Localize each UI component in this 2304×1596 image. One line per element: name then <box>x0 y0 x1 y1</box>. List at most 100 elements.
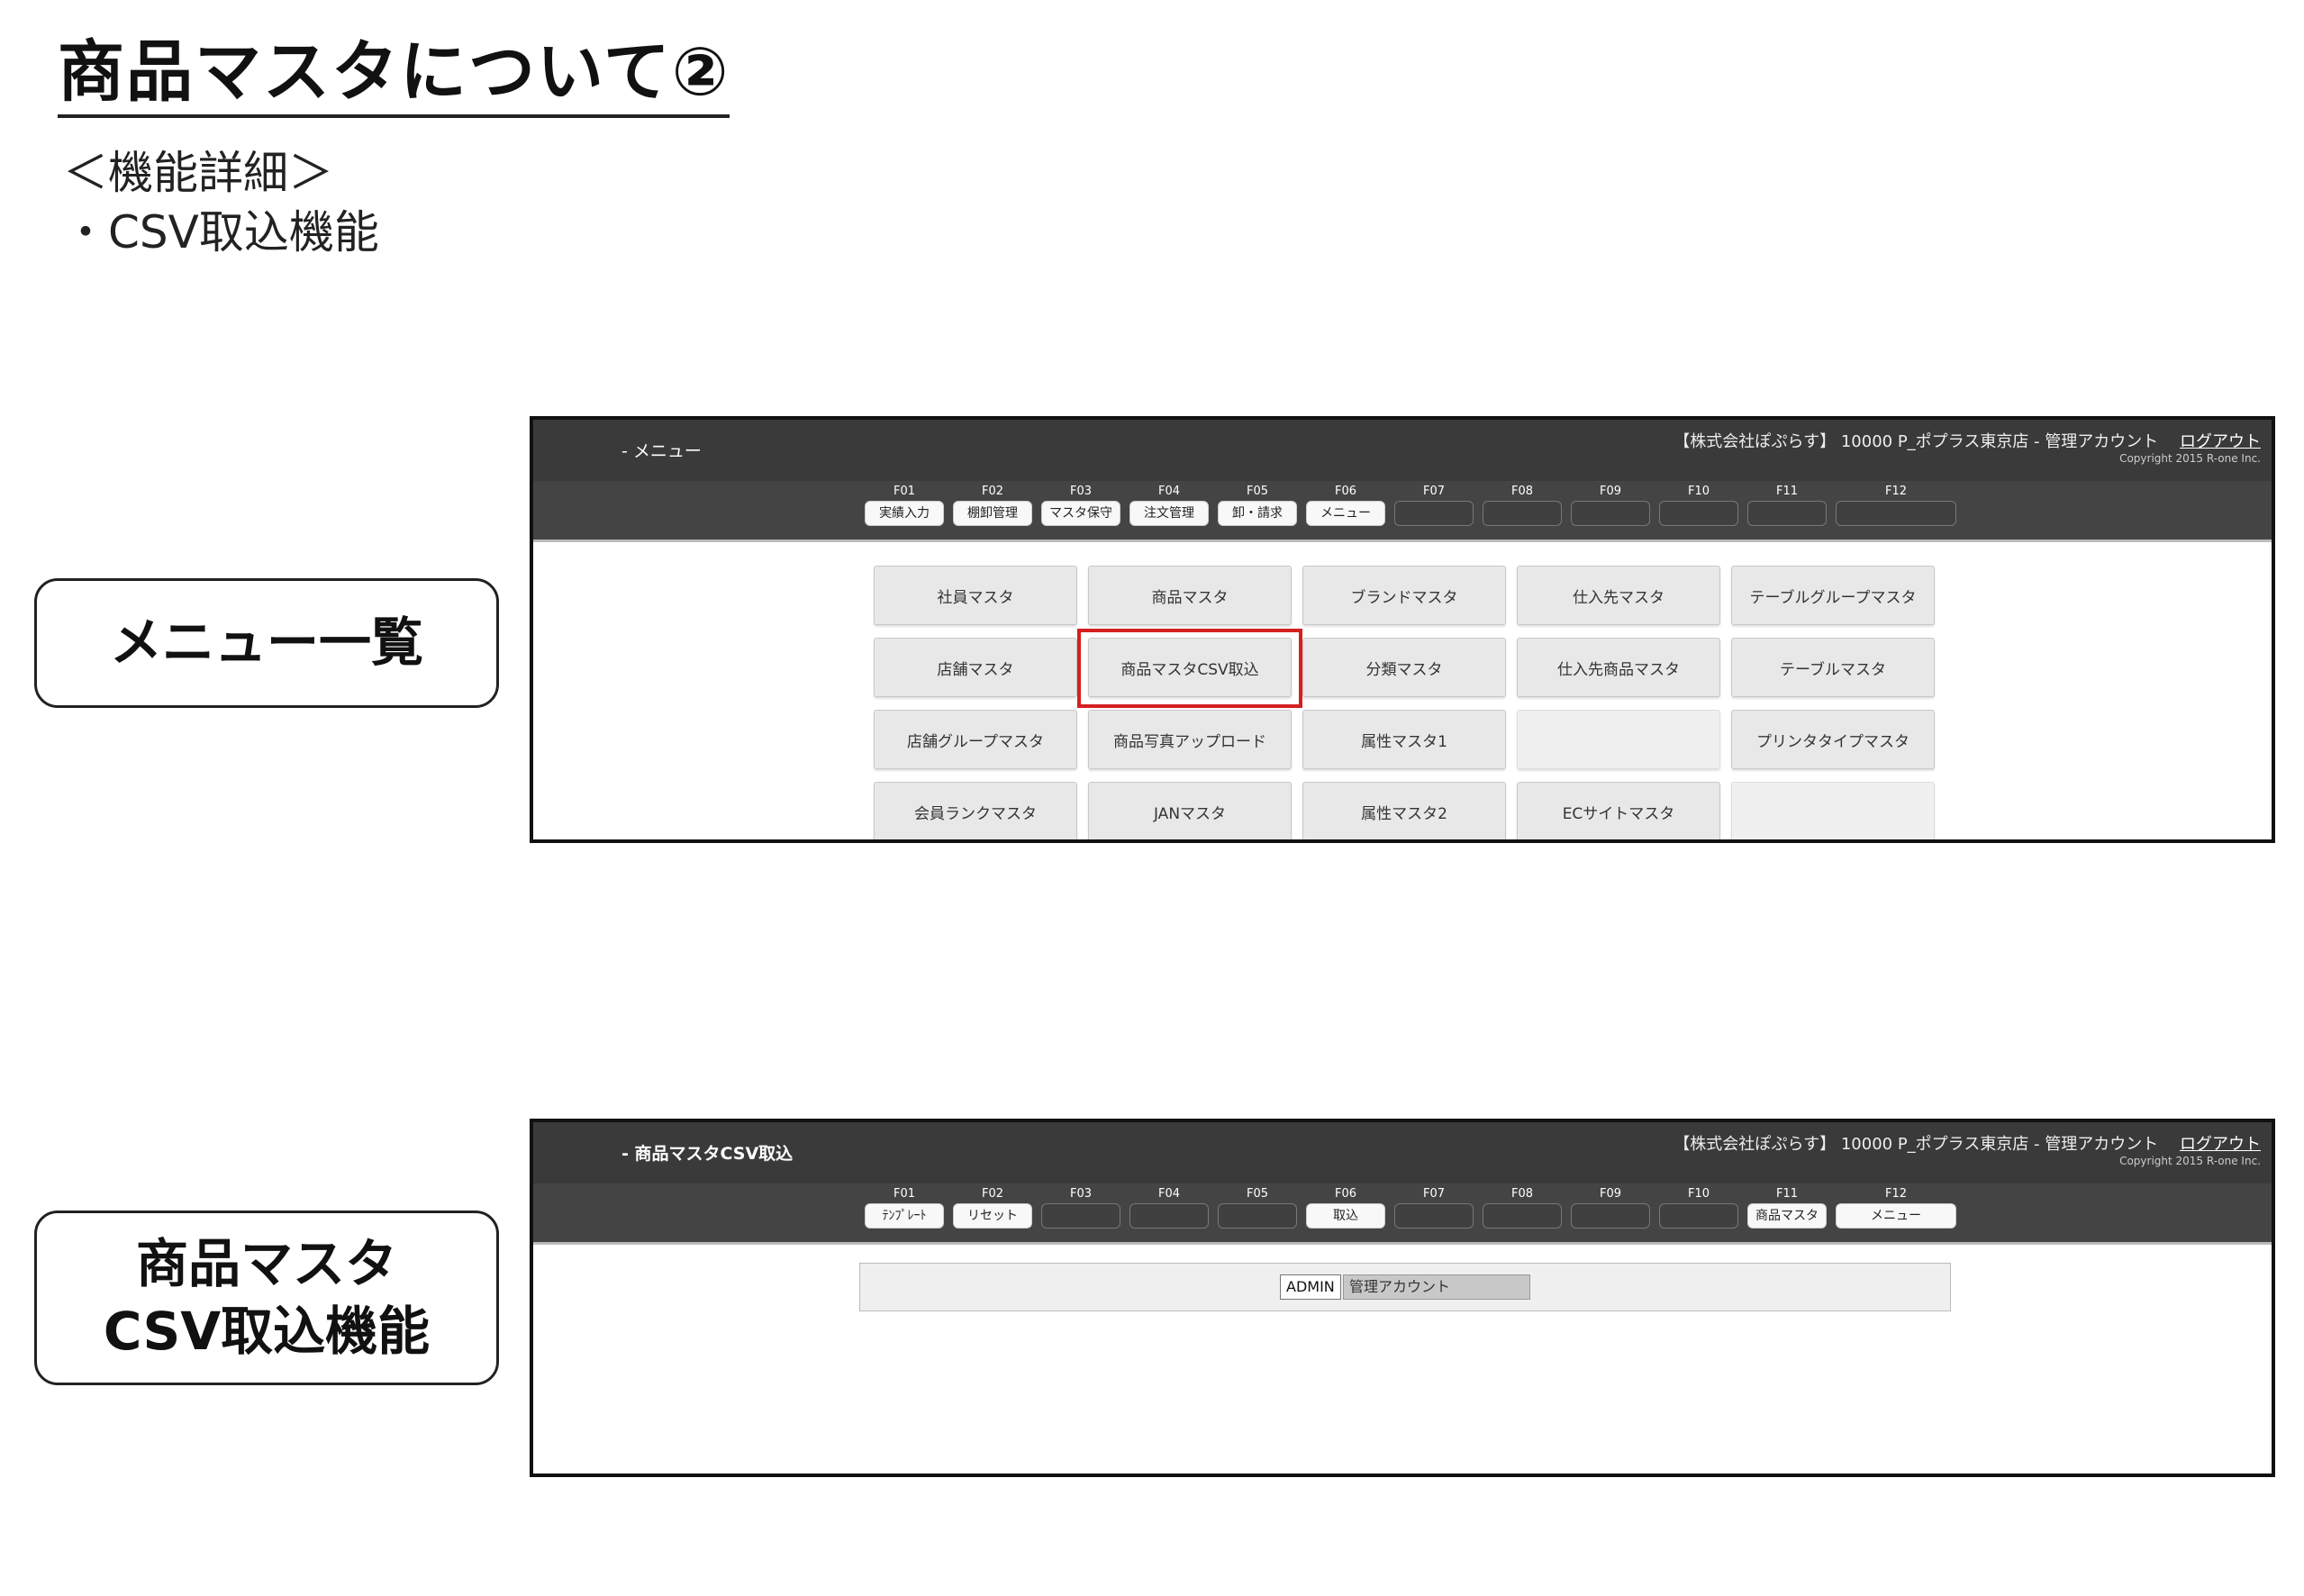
fkey-f03: F03 <box>1041 1183 1120 1245</box>
logout-link[interactable]: ログアウト <box>2180 432 2261 451</box>
menu-tile[interactable]: JANマスタ <box>1088 782 1292 839</box>
fkey-button[interactable]: ﾃﾝﾌﾟﾚｰﾄ <box>865 1203 944 1229</box>
menu-tile[interactable]: テーブルマスタ <box>1731 638 1935 697</box>
fkey-number: F05 <box>1246 1187 1269 1201</box>
fkey-f02: F02 リセット <box>953 1183 1032 1245</box>
fkey-button[interactable] <box>1659 501 1738 526</box>
user-name-field: 管理アカウント <box>1343 1274 1530 1300</box>
menu-tile[interactable]: 仕入先商品マスタ <box>1517 638 1720 697</box>
user-code-field: ADMIN <box>1280 1274 1341 1300</box>
fkey-button[interactable]: 卸・請求 <box>1218 501 1297 526</box>
menu-tile[interactable]: プリンタタイプマスタ <box>1731 710 1935 769</box>
app-header: - 商品マスタCSV取込 【株式会社ぽぷらす】 10000 P_ポプラス東京店 … <box>533 1122 2272 1183</box>
fkey-number: F12 <box>1884 1187 1908 1201</box>
fkey-number: F03 <box>1069 485 1093 498</box>
fkey-button[interactable] <box>1483 1203 1562 1229</box>
company-store-account: 【株式会社ぽぷらす】 10000 P_ポプラス東京店 - 管理アカウント <box>1674 1135 2159 1154</box>
menu-tile[interactable]: テーブルグループマスタ <box>1731 566 1935 625</box>
fkey-button[interactable] <box>1571 501 1650 526</box>
function-key-bar: F01 ﾃﾝﾌﾟﾚｰﾄ F02 リセット F03 F04 F05 F06 取込 F07 F08 F09… <box>533 1183 2272 1245</box>
user-info: 【株式会社ぽぷらす】 10000 P_ポプラス東京店 - 管理アカウント ログア… <box>1674 429 2261 452</box>
fkey-button[interactable] <box>1571 1203 1650 1229</box>
menu-tile[interactable]: ECサイトマスタ <box>1517 782 1720 839</box>
fkey-f03: F03 マスタ保守 <box>1041 481 1120 542</box>
fkey-button[interactable]: リセット <box>953 1203 1032 1229</box>
fkey-f10: F10 <box>1659 1183 1738 1245</box>
csv-import-screenshot: - 商品マスタCSV取込 【株式会社ぽぷらす】 10000 P_ポプラス東京店 … <box>530 1119 2275 1477</box>
fkey-f05: F05 卸・請求 <box>1218 481 1297 542</box>
fkey-number: F04 <box>1157 1187 1181 1201</box>
fkey-number: F07 <box>1422 485 1446 498</box>
fkey-f09: F09 <box>1571 1183 1650 1245</box>
fkey-f12: F12 <box>1836 481 1956 542</box>
fkey-f01: F01 実績入力 <box>865 481 944 542</box>
menu-tile[interactable]: 商品マスタ <box>1088 566 1292 625</box>
menu-tile[interactable]: 店舗グループマスタ <box>874 710 1077 769</box>
menu-tile[interactable]: 商品写真アップロード <box>1088 710 1292 769</box>
fkey-number: F03 <box>1069 1187 1093 1201</box>
fkey-f07: F07 <box>1394 1183 1474 1245</box>
fkey-f01: F01 ﾃﾝﾌﾟﾚｰﾄ <box>865 1183 944 1245</box>
menu-tile[interactable]: 属性マスタ1 <box>1302 710 1506 769</box>
fkey-button[interactable]: 商品マスタ <box>1747 1203 1827 1229</box>
page-title: - 商品マスタCSV取込 <box>621 1144 794 1164</box>
fkey-number: F02 <box>981 1187 1004 1201</box>
menu-tile[interactable]: 会員ランクマスタ <box>874 782 1077 839</box>
label-menu-list-text: メニュー一覧 <box>109 612 423 674</box>
slide-title: 商品マスタについて② <box>58 33 730 119</box>
fkey-number: F10 <box>1687 485 1710 498</box>
fkey-number: F10 <box>1687 1187 1710 1201</box>
menu-tile[interactable]: 属性マスタ2 <box>1302 782 1506 839</box>
fkey-button[interactable] <box>1483 501 1562 526</box>
fkey-button[interactable]: マスタ保守 <box>1041 501 1120 526</box>
fkey-button[interactable]: 取込 <box>1306 1203 1385 1229</box>
menu-tile[interactable]: 店舗マスタ <box>874 638 1077 697</box>
fkey-button[interactable] <box>1659 1203 1738 1229</box>
fkey-f05: F05 <box>1218 1183 1297 1245</box>
fkey-number: F04 <box>1157 485 1181 498</box>
fkey-number: F08 <box>1510 485 1534 498</box>
fkey-button[interactable] <box>1218 1203 1297 1229</box>
fkey-button[interactable]: メニュー <box>1306 501 1385 526</box>
menu-screenshot: - メニュー 【株式会社ぽぷらす】 10000 P_ポプラス東京店 - 管理アカ… <box>530 416 2275 843</box>
fkey-number: F07 <box>1422 1187 1446 1201</box>
fkey-button[interactable]: 注文管理 <box>1129 501 1209 526</box>
fkey-f12: F12 メニュー <box>1836 1183 1956 1245</box>
copyright: Copyright 2015 R-one Inc. <box>2119 1155 2261 1167</box>
fkey-number: F02 <box>981 485 1004 498</box>
menu-tile[interactable]: ブランドマスタ <box>1302 566 1506 625</box>
label-csv-import: 商品マスタ CSV取込機能 <box>34 1211 499 1385</box>
fkey-button[interactable]: 実績入力 <box>865 501 944 526</box>
fkey-button[interactable]: メニュー <box>1836 1203 1956 1229</box>
user-strip: ADMIN 管理アカウント <box>859 1263 1951 1311</box>
label-menu-list: メニュー一覧 <box>34 578 499 708</box>
fkey-button[interactable]: 棚卸管理 <box>953 501 1032 526</box>
fkey-number: F11 <box>1775 485 1799 498</box>
fkey-f09: F09 <box>1571 481 1650 542</box>
fkey-button[interactable] <box>1747 501 1827 526</box>
fkey-number: F06 <box>1334 1187 1357 1201</box>
fkey-button[interactable] <box>1041 1203 1120 1229</box>
menu-tile[interactable] <box>1517 710 1720 769</box>
fkey-button[interactable] <box>1129 1203 1209 1229</box>
fkey-button[interactable] <box>1394 1203 1474 1229</box>
menu-tile[interactable]: 仕入先マスタ <box>1517 566 1720 625</box>
menu-tile[interactable] <box>1731 782 1935 839</box>
function-key-bar: F01 実績入力 F02 棚卸管理 F03 マスタ保守 F04 注文管理 F05 卸・請求 F06 メ… <box>533 481 2272 542</box>
fkey-button[interactable] <box>1836 501 1956 526</box>
fkey-number: F08 <box>1510 1187 1534 1201</box>
company-store-account: 【株式会社ぽぷらす】 10000 P_ポプラス東京店 - 管理アカウント <box>1674 432 2159 451</box>
logout-link[interactable]: ログアウト <box>2180 1135 2261 1154</box>
fkey-number: F11 <box>1775 1187 1799 1201</box>
fkey-f11: F11 <box>1747 481 1827 542</box>
label-csv-line2: CSV取込機能 <box>103 1301 431 1362</box>
fkey-f07: F07 <box>1394 481 1474 542</box>
fkey-number: F01 <box>893 485 916 498</box>
menu-tile[interactable]: 分類マスタ <box>1302 638 1506 697</box>
fkey-button[interactable] <box>1394 501 1474 526</box>
highlight-box <box>1077 629 1302 708</box>
fkey-f10: F10 <box>1659 481 1738 542</box>
page-title: - メニュー <box>621 441 702 461</box>
menu-tile[interactable]: 社員マスタ <box>874 566 1077 625</box>
fkey-f04: F04 <box>1129 1183 1209 1245</box>
